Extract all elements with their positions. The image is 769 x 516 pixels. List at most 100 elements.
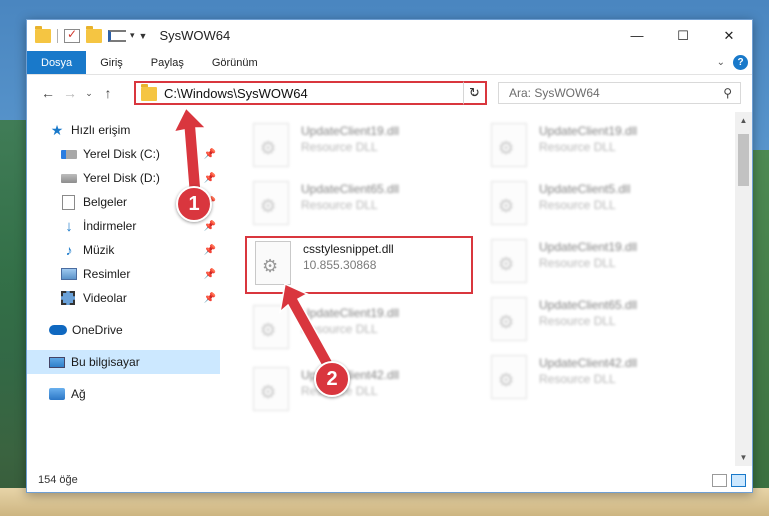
- sidebar-item-music[interactable]: ♪ Müzik 📌: [27, 238, 220, 262]
- sidebar-item-label: Bu bilgisayar: [71, 355, 140, 369]
- file-description: Resource DLL: [539, 140, 616, 154]
- network-icon: [49, 388, 65, 400]
- pin-icon[interactable]: 📌: [204, 173, 216, 184]
- explorer-window: ▾ ▼ SysWOW64 — ☐ ✕ Dosya Giriş Paylaş Gö…: [26, 19, 753, 493]
- drive-icon: [61, 149, 77, 159]
- vertical-scrollbar[interactable]: ▲ ▼: [735, 112, 752, 466]
- minimize-button[interactable]: —: [614, 20, 660, 51]
- tab-share[interactable]: Paylaş: [137, 51, 198, 74]
- ribbon-tabs: Dosya Giriş Paylaş Görünüm ⌄ ?: [27, 51, 752, 75]
- sidebar-item-network[interactable]: Ağ: [27, 382, 220, 406]
- star-icon: ★: [50, 121, 64, 138]
- sidebar-item-pictures[interactable]: Resimler 📌: [27, 262, 220, 286]
- file-item[interactable]: UpdateClient5.dll Resource DLL: [483, 178, 713, 230]
- scroll-up-icon[interactable]: ▲: [735, 112, 752, 129]
- dll-file-icon: [255, 241, 291, 285]
- dll-file-icon: [491, 123, 527, 167]
- dll-file-icon: [253, 181, 289, 225]
- pin-icon[interactable]: 📌: [204, 149, 216, 160]
- file-name: UpdateClient65.dll: [539, 298, 638, 312]
- sidebar-item-label: Müzik: [83, 243, 115, 257]
- tab-home[interactable]: Giriş: [86, 51, 137, 74]
- forward-button[interactable]: →: [59, 82, 81, 104]
- file-description: Resource DLL: [539, 372, 616, 386]
- tab-file[interactable]: Dosya: [27, 51, 87, 74]
- new-folder-icon[interactable]: [86, 25, 102, 43]
- recent-locations-button[interactable]: ⌄: [81, 82, 97, 104]
- details-view-icon[interactable]: [108, 29, 126, 42]
- tab-view[interactable]: Görünüm: [198, 51, 272, 74]
- details-view-icon[interactable]: [712, 473, 727, 487]
- file-description: Resource DLL: [301, 140, 378, 154]
- dll-file-icon: [253, 367, 289, 411]
- close-button[interactable]: ✕: [706, 20, 752, 51]
- callout-1: 1: [176, 186, 212, 222]
- expand-ribbon-icon[interactable]: ⌄: [717, 57, 725, 68]
- sidebar-item-label: OneDrive: [72, 323, 123, 337]
- dll-file-icon: [253, 305, 289, 349]
- file-item[interactable]: UpdateClient19.dll Resource DLL: [245, 120, 475, 172]
- file-item-csstylesnippet[interactable]: csstylesnippet.dll 10.855.30868: [245, 236, 473, 294]
- dll-file-icon: [491, 355, 527, 399]
- address-path[interactable]: C:\Windows\SysWOW64: [164, 86, 308, 101]
- file-name: UpdateClient42.dll: [539, 356, 638, 370]
- status-bar: 154 öğe: [27, 468, 752, 492]
- folder-icon: [35, 25, 51, 43]
- file-item[interactable]: UpdateClient19.dll Resource DLL: [483, 236, 713, 288]
- large-icons-view-icon[interactable]: [731, 473, 746, 487]
- file-item[interactable]: UpdateClient65.dll Resource DLL: [245, 178, 475, 230]
- sidebar-item-label: Hızlı erişim: [71, 123, 131, 137]
- music-icon: ♪: [65, 242, 73, 258]
- caption-buttons: — ☐ ✕: [614, 20, 752, 51]
- file-name: UpdateClient19.dll: [301, 306, 400, 320]
- file-name: UpdateClient65.dll: [301, 182, 400, 196]
- file-item[interactable]: UpdateClient65.dll Resource DLL: [483, 294, 713, 346]
- navigation-bar: ← → ⌄ ↑ C:\Windows\SysWOW64 ⌄ ↻ Ara: Sys…: [27, 76, 752, 110]
- dll-file-icon: [253, 123, 289, 167]
- file-list: UpdateClient19.dll Resource DLL UpdateCl…: [223, 112, 737, 466]
- callout-2: 2: [314, 361, 350, 397]
- sidebar-item-videos[interactable]: Videolar 📌: [27, 286, 220, 310]
- customize-toolbar-icon[interactable]: ▾: [130, 30, 135, 41]
- sidebar-item-onedrive[interactable]: OneDrive: [27, 318, 220, 342]
- sidebar-item-drive-c[interactable]: Yerel Disk (C:) 📌: [27, 142, 220, 166]
- properties-icon[interactable]: [64, 27, 80, 43]
- pictures-icon: [61, 268, 77, 280]
- scrollbar-thumb[interactable]: [738, 134, 749, 186]
- sidebar-item-this-pc[interactable]: Bu bilgisayar: [27, 350, 220, 374]
- file-description: Resource DLL: [301, 198, 378, 212]
- search-input[interactable]: Ara: SysWOW64 ⚲: [498, 82, 741, 104]
- documents-icon: [62, 194, 75, 210]
- sidebar-item-label: Videolar: [83, 291, 127, 305]
- address-bar[interactable]: C:\Windows\SysWOW64 ⌄: [134, 81, 487, 105]
- file-description: Resource DLL: [301, 322, 378, 336]
- navigation-pane: ★ Hızlı erişim Yerel Disk (C:) 📌 Yerel D…: [27, 112, 220, 466]
- wallpaper-palm-left: [0, 120, 26, 516]
- sidebar-item-label: Yerel Disk (C:): [83, 147, 160, 161]
- file-name: UpdateClient19.dll: [301, 124, 400, 138]
- dll-file-icon: [491, 297, 527, 341]
- file-item[interactable]: UpdateClient19.dll Resource DLL: [483, 120, 713, 172]
- search-icon[interactable]: ⚲: [723, 86, 732, 100]
- file-item[interactable]: UpdateClient42.dll Resource DLL: [245, 364, 475, 416]
- onedrive-icon: [49, 325, 67, 335]
- help-icon[interactable]: ?: [733, 55, 748, 70]
- pin-icon[interactable]: 📌: [204, 293, 216, 304]
- refresh-button[interactable]: ↻: [463, 81, 487, 105]
- maximize-button[interactable]: ☐: [660, 20, 706, 51]
- window-title: SysWOW64: [159, 28, 231, 43]
- pin-icon[interactable]: 📌: [204, 221, 216, 232]
- address-folder-icon: [141, 84, 157, 101]
- file-name: UpdateClient5.dll: [539, 182, 631, 196]
- scroll-down-icon[interactable]: ▼: [735, 449, 752, 466]
- pin-icon[interactable]: 📌: [204, 245, 216, 256]
- file-description: Resource DLL: [539, 198, 616, 212]
- back-button[interactable]: ←: [37, 82, 59, 104]
- sidebar-item-label: Yerel Disk (D:): [83, 171, 160, 185]
- file-item[interactable]: UpdateClient42.dll Resource DLL: [483, 352, 713, 404]
- customize-chevron-icon[interactable]: ▼: [139, 31, 148, 41]
- file-item[interactable]: UpdateClient19.dll Resource DLL: [245, 302, 475, 354]
- pin-icon[interactable]: 📌: [204, 269, 216, 280]
- sidebar-item-quick-access[interactable]: ★ Hızlı erişim: [27, 118, 220, 142]
- up-button[interactable]: ↑: [97, 82, 119, 104]
